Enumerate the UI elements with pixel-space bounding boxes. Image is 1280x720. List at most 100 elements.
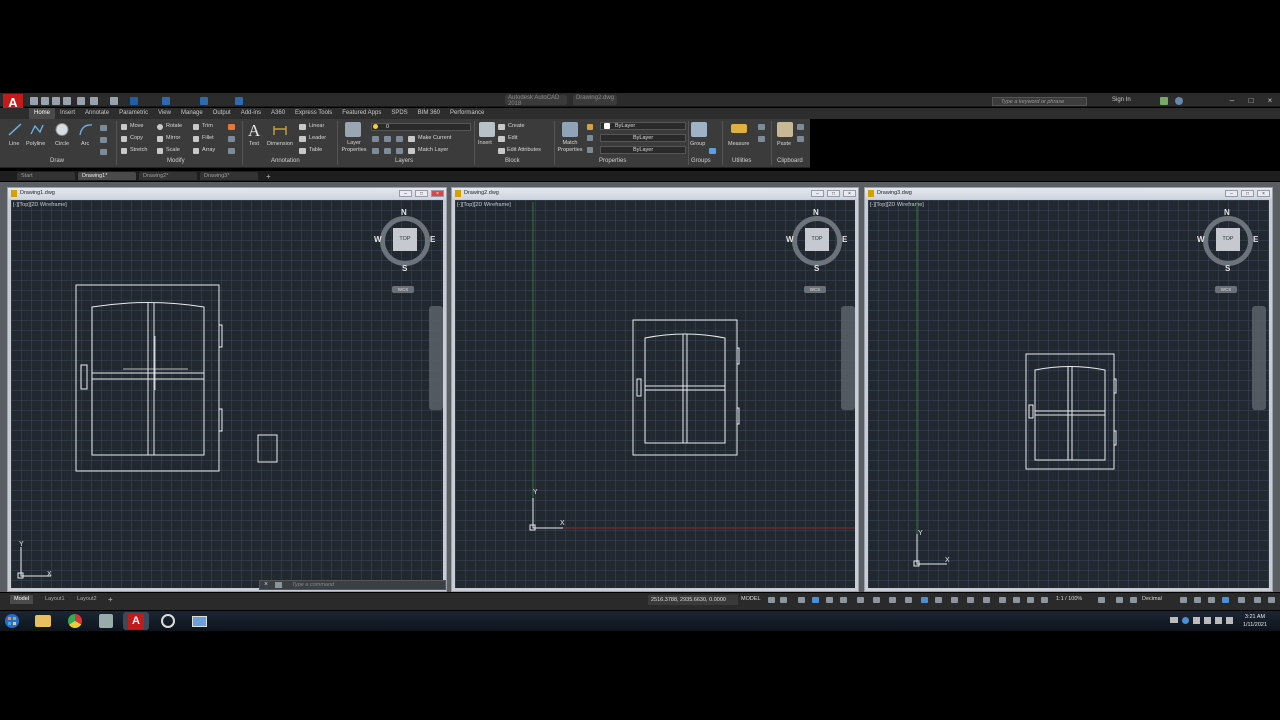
create-block-icon[interactable]: [498, 124, 505, 130]
array-button[interactable]: Array: [202, 147, 215, 153]
match-properties-icon[interactable]: [562, 122, 578, 137]
cut-icon[interactable]: [797, 124, 804, 130]
dynamic-input-icon[interactable]: [812, 597, 819, 603]
layer-properties-button[interactable]: Layer Properties: [340, 140, 368, 154]
paste-icon[interactable]: [777, 122, 793, 137]
table-button[interactable]: Table: [309, 147, 322, 153]
viewport-drawing1[interactable]: Drawing1.dwg – □ × [-][Top][2D Wireframe…: [7, 187, 447, 592]
add-layout-icon[interactable]: +: [108, 595, 113, 604]
tab-insert[interactable]: Insert: [55, 108, 80, 119]
viewport-drawing2[interactable]: Drawing2.dwg – □ × [-][Top][2D Wireframe…: [451, 187, 859, 592]
coordinates-readout[interactable]: 2516.3788, 2935.6630, 0.0000: [648, 595, 738, 605]
tray-flag-icon[interactable]: [1204, 617, 1211, 624]
tab-parametric[interactable]: Parametric: [114, 108, 153, 119]
hardware-acceleration-icon[interactable]: [1222, 597, 1229, 603]
transparency-icon[interactable]: [921, 597, 928, 603]
isodraft-icon[interactable]: [857, 597, 864, 603]
leader-icon[interactable]: [299, 136, 306, 142]
line-button[interactable]: Line: [9, 141, 19, 147]
tab-view[interactable]: View: [153, 108, 176, 119]
tray-monitor-icon[interactable]: [1170, 617, 1178, 623]
file-tab-drawing2[interactable]: Drawing2*: [139, 172, 197, 180]
match-layer-icon[interactable]: [408, 148, 415, 154]
make-current-icon[interactable]: [408, 136, 415, 142]
panel-title-clipboard[interactable]: Clipboard: [777, 158, 803, 164]
edit-block-icon[interactable]: [498, 136, 505, 142]
arc-icon[interactable]: [78, 122, 94, 137]
viewport-title-bar[interactable]: Drawing2.dwg: [452, 188, 858, 199]
file-tab-drawing1[interactable]: Drawing1*: [78, 172, 136, 180]
layer-freeze-icon[interactable]: [384, 136, 391, 142]
file-tab-start[interactable]: Start: [17, 172, 75, 180]
3d-osnap-icon[interactable]: [951, 597, 958, 603]
tab-output[interactable]: Output: [208, 108, 236, 119]
redo-icon[interactable]: [110, 97, 118, 105]
trim-icon[interactable]: [193, 124, 199, 130]
measure-button[interactable]: Measure: [728, 141, 749, 147]
explode-icon[interactable]: [228, 136, 235, 142]
tab-add-ins[interactable]: Add-ins: [236, 108, 266, 119]
viewport-minimize-icon[interactable]: –: [811, 190, 824, 197]
print-icon[interactable]: [77, 97, 85, 105]
arc-button[interactable]: Arc: [81, 141, 89, 147]
sign-in-button[interactable]: Sign In: [1112, 97, 1131, 103]
make-current-button[interactable]: Make Current: [418, 135, 451, 141]
file-tab-drawing3[interactable]: Drawing3*: [200, 172, 258, 180]
fillet-icon[interactable]: [193, 136, 199, 142]
stretch-icon[interactable]: [121, 148, 127, 154]
panel-title-layers[interactable]: Layers: [395, 158, 413, 164]
viewport-minimize-icon[interactable]: –: [399, 190, 412, 197]
tools-app-icon[interactable]: [93, 612, 119, 630]
rotate-icon[interactable]: [157, 124, 163, 130]
tab-home[interactable]: Home: [29, 108, 56, 119]
obs-icon[interactable]: [155, 612, 181, 630]
mirror-button[interactable]: Mirror: [166, 135, 180, 141]
panel-title-annotation[interactable]: Annotation: [271, 158, 300, 164]
command-customize-icon[interactable]: [275, 582, 282, 588]
array-icon[interactable]: [193, 148, 199, 154]
tab-bim360[interactable]: BIM 360: [413, 108, 445, 119]
stretch-button[interactable]: Stretch: [130, 147, 147, 153]
hatch-icon[interactable]: [100, 125, 107, 131]
lock-ui-icon[interactable]: [1194, 597, 1201, 603]
group-button[interactable]: Group: [690, 141, 705, 147]
clock-date[interactable]: 1/11/2021: [1238, 622, 1272, 628]
viewport-restore-icon[interactable]: □: [415, 190, 428, 197]
create-block-button[interactable]: Create: [508, 123, 525, 129]
edit-block-button[interactable]: Edit: [508, 135, 517, 141]
volume-icon[interactable]: [1226, 617, 1233, 624]
chrome-icon[interactable]: [62, 612, 88, 630]
measure-icon[interactable]: [731, 124, 747, 133]
snap-icon[interactable]: [780, 597, 787, 603]
circle-icon[interactable]: [54, 122, 70, 137]
polyline-button[interactable]: Polyline: [26, 141, 45, 147]
layer-lock-icon[interactable]: [396, 148, 403, 154]
new-icon[interactable]: [30, 97, 38, 105]
close-command-icon[interactable]: ×: [264, 581, 268, 588]
lineweight-toggle-icon[interactable]: [905, 597, 912, 603]
model-canvas[interactable]: [-][Top][2D Wireframe] TOP N S E W WCS Y…: [868, 200, 1269, 588]
circle-button[interactable]: Circle: [55, 141, 69, 147]
tab-spds[interactable]: SPDS: [386, 108, 412, 119]
dimension-button[interactable]: Dimension: [267, 141, 293, 147]
open-icon[interactable]: [41, 97, 49, 105]
annotation-monitor-icon[interactable]: [1116, 597, 1123, 603]
text-icon[interactable]: A: [248, 121, 260, 141]
layer-properties-icon[interactable]: [345, 122, 361, 137]
insert-icon[interactable]: [479, 122, 495, 137]
autocad-taskbar-icon[interactable]: A: [123, 612, 149, 630]
scale-icon[interactable]: [157, 148, 163, 154]
calculator-icon[interactable]: [758, 136, 765, 142]
panel-title-utilities[interactable]: Utilities: [732, 158, 751, 164]
model-canvas[interactable]: [-][Top][2D Wireframe] TOP N S E W WCS Y…: [11, 200, 443, 588]
tab-express-tools[interactable]: Express Tools: [290, 108, 337, 119]
gizmo-icon[interactable]: [999, 597, 1006, 603]
tab-annotate[interactable]: Annotate: [80, 108, 114, 119]
workspace-icon[interactable]: [162, 97, 170, 105]
ellipse-icon[interactable]: [100, 149, 107, 155]
units-icon[interactable]: [1130, 597, 1137, 603]
tab-featured-apps[interactable]: Featured Apps: [337, 108, 386, 119]
tab-performance[interactable]: Performance: [445, 108, 489, 119]
match-properties-button[interactable]: Match Properties: [557, 140, 583, 154]
layer-thaw-icon[interactable]: [384, 148, 391, 154]
